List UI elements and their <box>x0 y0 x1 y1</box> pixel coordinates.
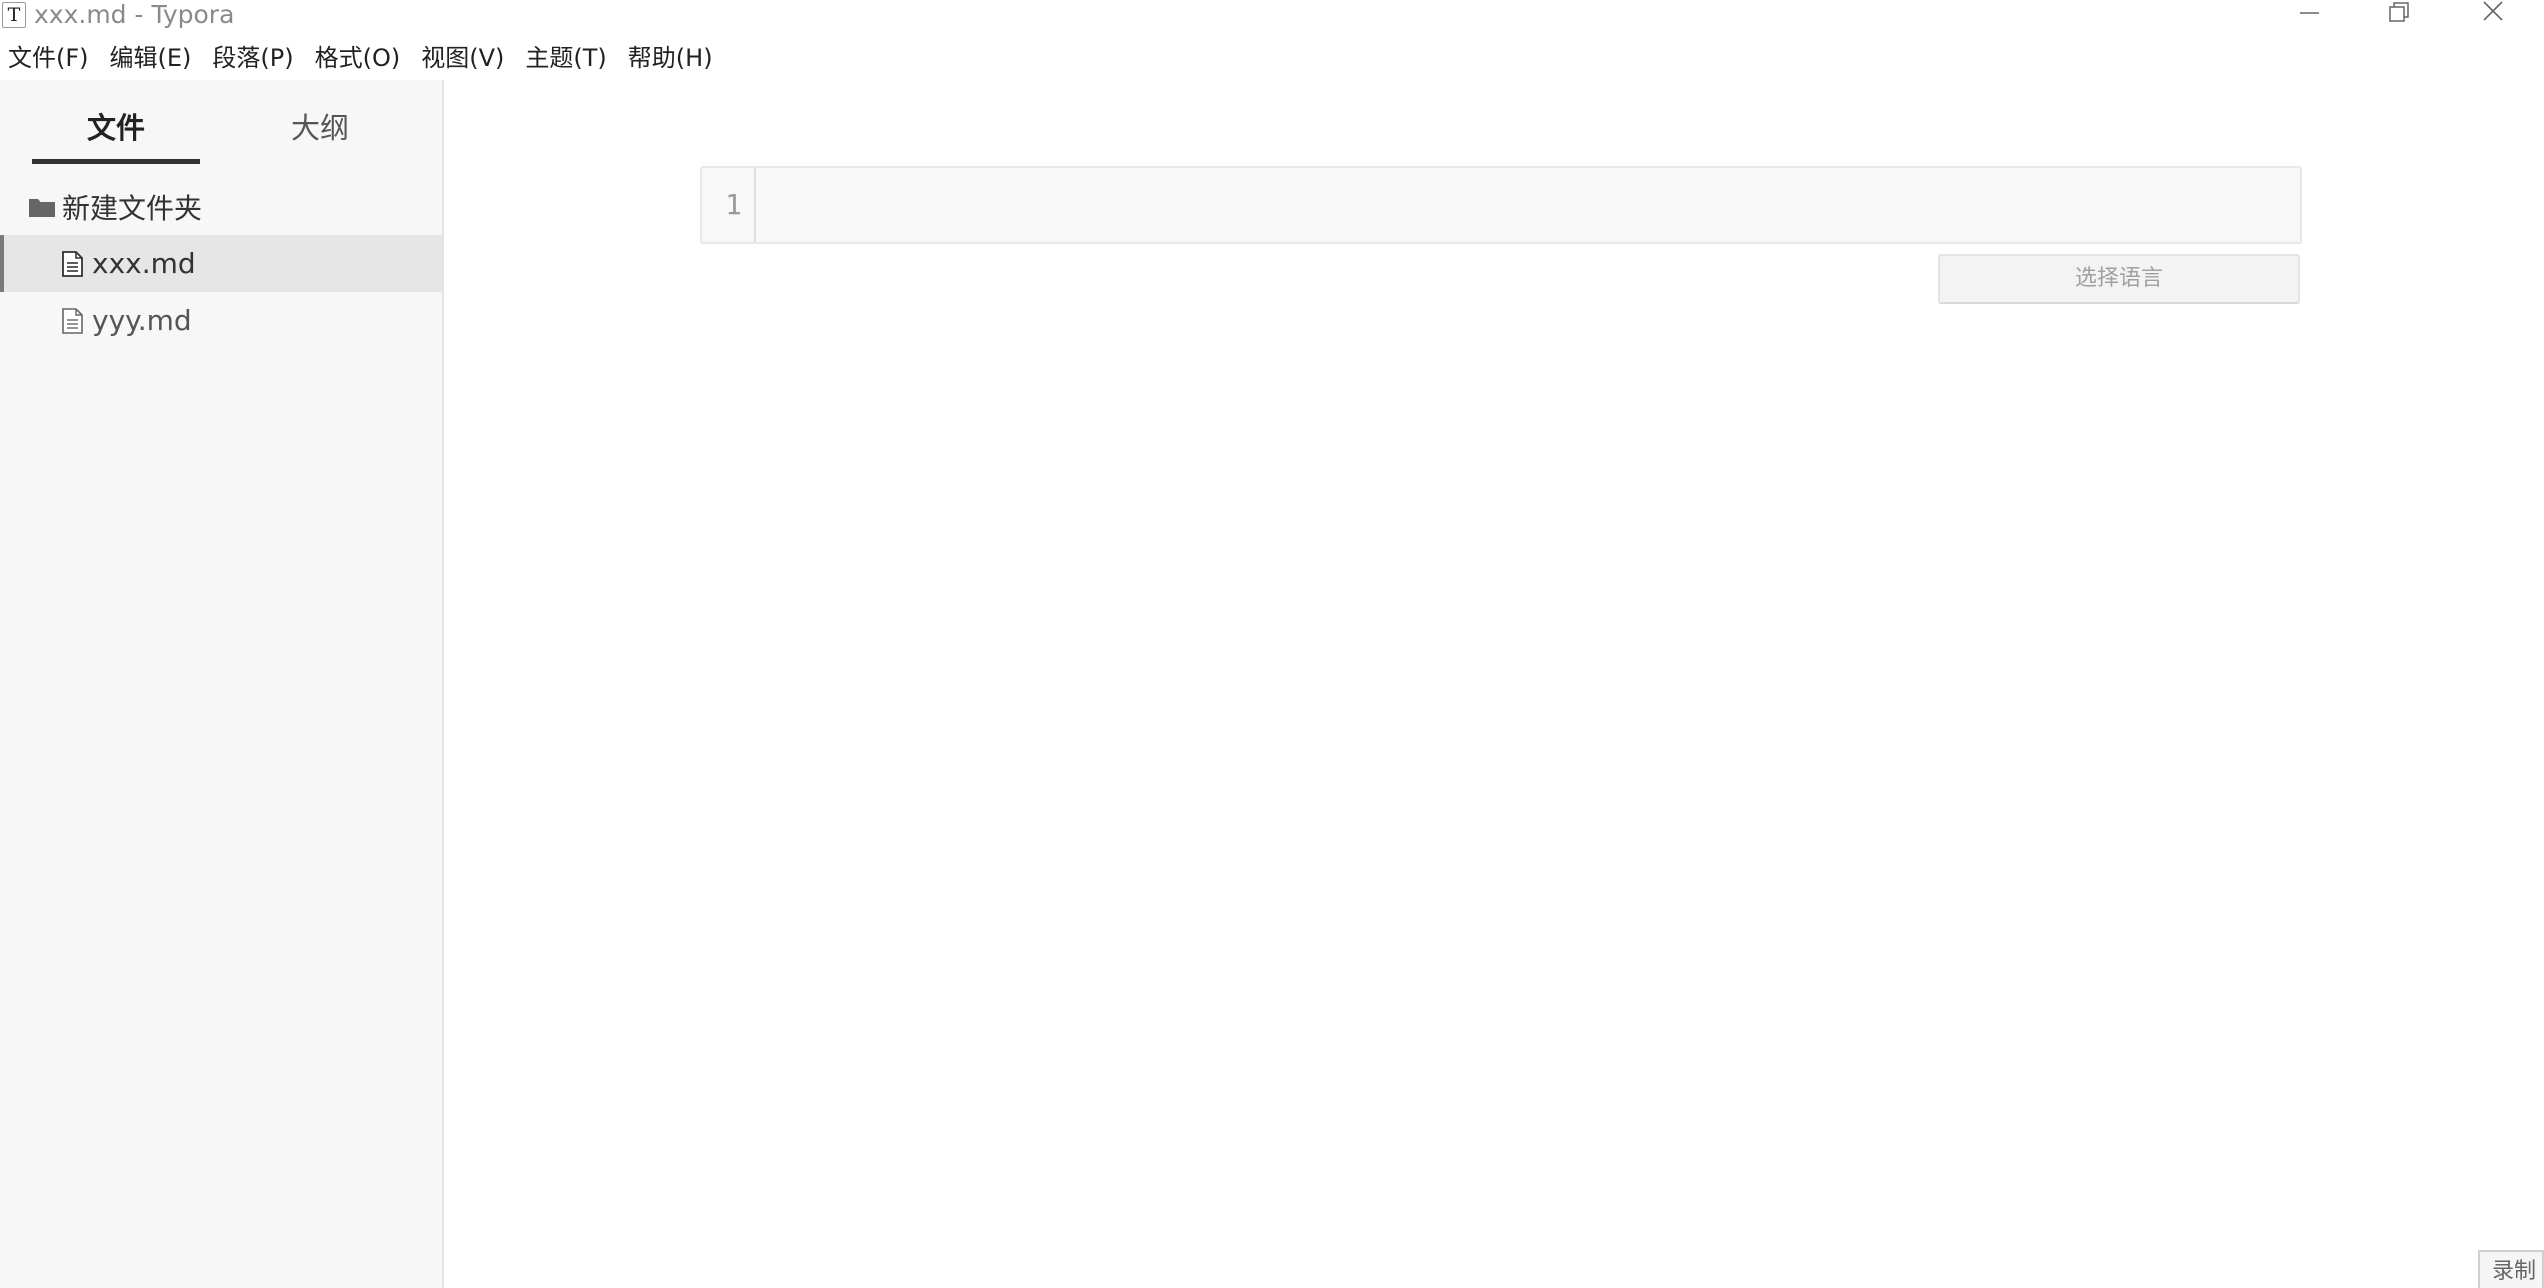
minimize-button[interactable] <box>2290 0 2360 30</box>
editor-area[interactable]: 1 选择语言 <box>444 80 2544 1288</box>
file-label: yyy.md <box>92 304 192 337</box>
sidebar: 文件 大纲 新建文件夹 xxx.md yyy.md <box>0 80 444 1288</box>
folder-label: 新建文件夹 <box>62 191 203 225</box>
file-label: xxx.md <box>92 247 196 280</box>
close-button[interactable] <box>2472 0 2542 30</box>
title-bar: T xxx.md - Typora <box>0 0 2544 30</box>
file-tree: 新建文件夹 xxx.md yyy.md <box>0 178 442 349</box>
sidebar-tabs: 文件 大纲 <box>0 80 442 170</box>
menu-file[interactable]: 文件(F) <box>0 38 102 78</box>
typora-window: T xxx.md - Typora 文件(F) 编辑(E) 段落(P) 格式(O… <box>0 0 2544 1288</box>
language-select[interactable]: 选择语言 <box>1938 254 2300 304</box>
menu-edit[interactable]: 编辑(E) <box>102 38 205 78</box>
record-tab[interactable]: 录制 <box>2478 1250 2544 1288</box>
menu-view[interactable]: 视图(V) <box>413 38 517 78</box>
tree-file-yyy[interactable]: yyy.md <box>0 292 442 349</box>
file-icon <box>58 250 86 278</box>
menu-bar: 文件(F) 编辑(E) 段落(P) 格式(O) 视图(V) 主题(T) 帮助(H… <box>0 38 726 78</box>
window-title: xxx.md - Typora <box>34 0 235 29</box>
active-tab-indicator <box>32 159 200 164</box>
close-icon <box>2483 1 2503 21</box>
menu-paragraph[interactable]: 段落(P) <box>204 38 306 78</box>
file-icon <box>58 307 86 335</box>
menu-theme[interactable]: 主题(T) <box>517 38 619 78</box>
menu-help[interactable]: 帮助(H) <box>620 38 726 78</box>
tab-outline[interactable]: 大纲 <box>236 108 404 148</box>
line-number: 1 <box>702 168 756 242</box>
code-input[interactable] <box>762 168 2300 242</box>
folder-icon <box>28 193 56 221</box>
minimize-icon <box>2300 12 2319 14</box>
tab-files[interactable]: 文件 <box>32 108 200 148</box>
restore-icon <box>2389 2 2409 22</box>
restore-button[interactable] <box>2380 0 2450 30</box>
tree-file-xxx[interactable]: xxx.md <box>0 235 442 292</box>
menu-format[interactable]: 格式(O) <box>307 38 414 78</box>
tree-folder[interactable]: 新建文件夹 <box>0 178 442 235</box>
code-block[interactable]: 1 <box>700 166 2302 244</box>
typora-app-icon: T <box>2 2 26 28</box>
